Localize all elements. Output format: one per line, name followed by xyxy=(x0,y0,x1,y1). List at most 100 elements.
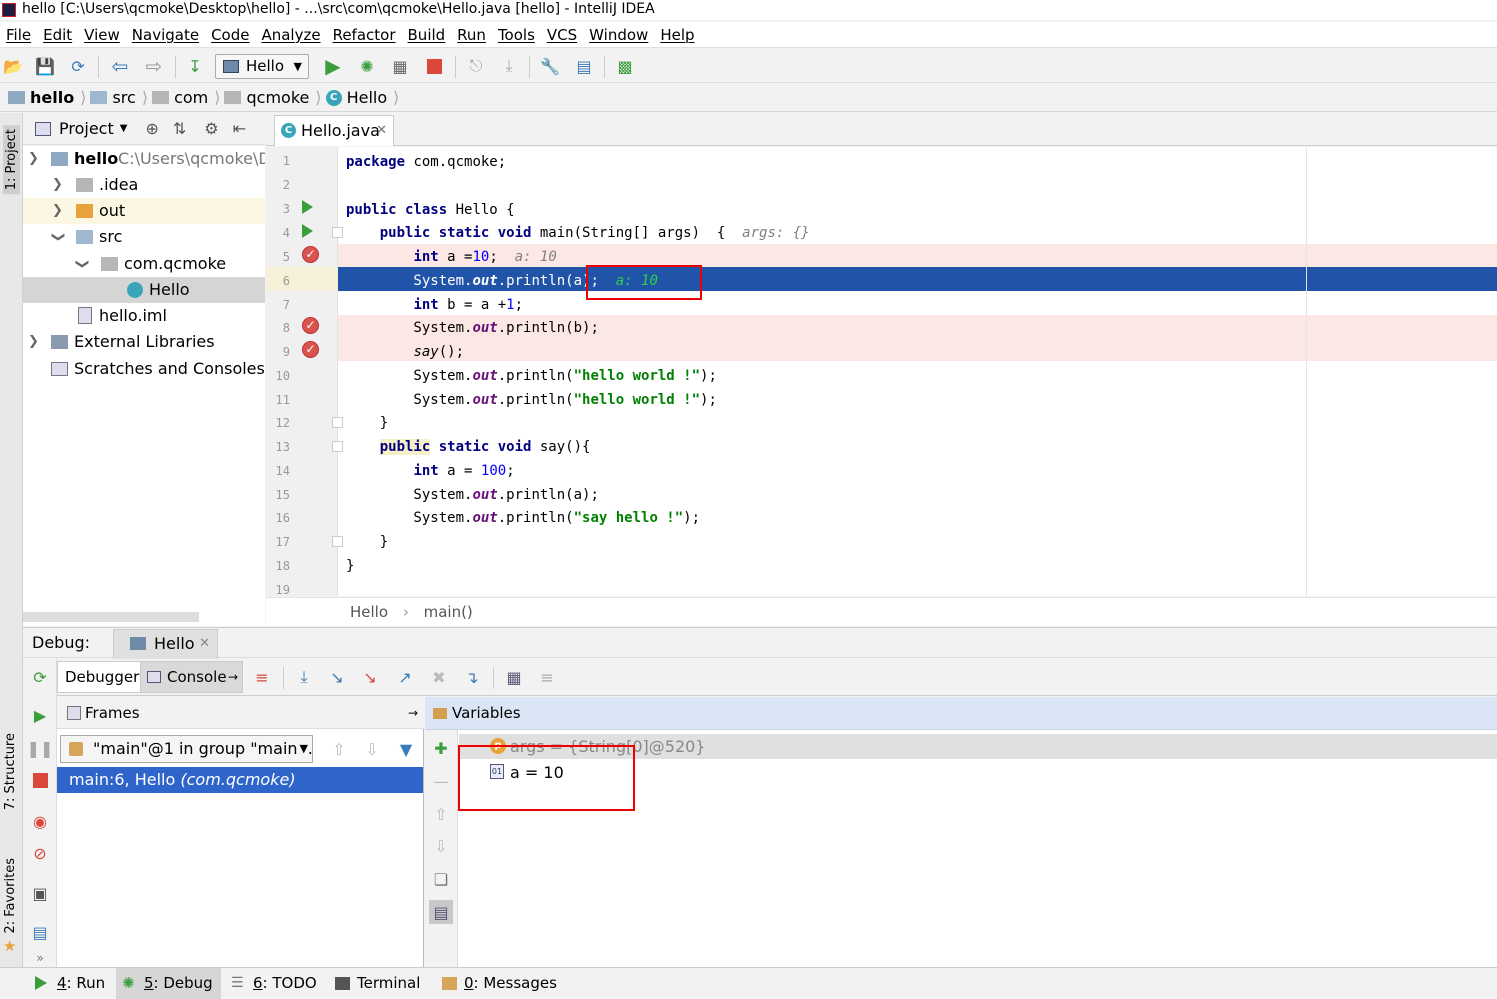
chevron-right-icon[interactable]: ❯ xyxy=(52,172,63,198)
rerun-icon[interactable]: ⟳ xyxy=(30,667,50,687)
next-frame-icon[interactable]: ⇩ xyxy=(362,739,382,759)
project-tool-button[interactable]: 1: Project xyxy=(3,125,20,195)
duplicate-watch-icon[interactable]: ❏ xyxy=(431,869,451,889)
chevron-right-icon[interactable]: ❯ xyxy=(28,329,39,355)
menu-analyze[interactable]: Analyze xyxy=(255,26,326,44)
breadcrumb-item-src[interactable]: src ⟩ xyxy=(90,88,148,107)
tab-hello-java[interactable]: C Hello.java ✕ xyxy=(274,115,394,146)
run-tool-button[interactable]: 4: Run xyxy=(29,968,113,999)
camera-icon[interactable]: ▣ xyxy=(30,883,50,903)
build-project-icon[interactable]: ↧ xyxy=(185,56,205,76)
editor-gutter[interactable]: 1 2 3 4 5 6 7 8 9 10 11 12 13 14 15 16 1… xyxy=(266,147,343,596)
project-structure-icon[interactable]: ▤ xyxy=(574,56,594,76)
mute-breakpoints-icon[interactable]: ⊘ xyxy=(30,843,50,863)
fold-icon[interactable] xyxy=(332,417,343,428)
project-view-select[interactable]: Project xyxy=(59,119,114,138)
save-all-icon[interactable]: 💾 xyxy=(35,56,55,76)
debug-bug-icon[interactable]: ✺ xyxy=(357,56,377,76)
breakpoint-icon[interactable]: ✓ xyxy=(302,246,319,263)
tree-item-iml[interactable]: hello.iml xyxy=(23,303,265,329)
synchronize-icon[interactable]: ⟳ xyxy=(68,56,88,76)
show-execution-point-icon[interactable]: ≡ xyxy=(252,667,272,687)
coverage-icon[interactable]: ▦ xyxy=(390,56,410,76)
previous-frame-icon[interactable]: ⇧ xyxy=(329,739,349,759)
locate-target-icon[interactable]: ⊕ xyxy=(145,119,158,138)
menu-code[interactable]: Code xyxy=(205,26,255,44)
trace-icon[interactable]: ≡ xyxy=(537,667,557,687)
step-over-icon[interactable]: ⤓ xyxy=(294,667,314,687)
menu-help[interactable]: Help xyxy=(654,26,700,44)
run-to-cursor-icon[interactable]: ↴ xyxy=(462,667,482,687)
close-icon[interactable]: ✕ xyxy=(199,630,210,658)
run-icon[interactable]: ▶ xyxy=(323,54,343,78)
stop-icon[interactable] xyxy=(30,770,50,790)
chevron-down-icon[interactable]: ❯ xyxy=(44,232,70,243)
tree-item-root[interactable]: ❯ hello C:\Users\qcmoke\De xyxy=(23,146,265,172)
favorites-tool-button[interactable]: 2: Favorites xyxy=(3,858,18,934)
editor-breadcrumb-method[interactable]: main() xyxy=(424,603,473,621)
menu-edit[interactable]: Edit xyxy=(37,26,78,44)
pause-icon[interactable]: ❚❚ xyxy=(27,738,54,758)
evaluate-expression-icon[interactable]: ▦ xyxy=(504,667,524,687)
run-gutter-icon[interactable] xyxy=(302,224,313,238)
tree-item-external-libraries[interactable]: ❯ External Libraries xyxy=(23,329,265,355)
filter-icon[interactable]: ▼ xyxy=(396,739,416,759)
fold-icon[interactable] xyxy=(332,441,343,452)
show-watches-icon[interactable]: ▤ xyxy=(429,900,453,924)
debug-session-tab[interactable]: Hello ✕ xyxy=(113,629,218,659)
tree-item-idea[interactable]: ❯ .idea xyxy=(23,172,265,198)
pin-arrow-icon[interactable]: → xyxy=(408,697,418,729)
terminal-tool-button[interactable]: Terminal xyxy=(329,968,428,999)
messages-tool-button[interactable]: 0: Messages xyxy=(436,968,565,999)
menu-build[interactable]: Build xyxy=(402,26,452,44)
resume-icon[interactable]: ▶ xyxy=(30,705,50,725)
fold-icon[interactable] xyxy=(332,227,343,238)
thread-select[interactable]: "main"@1 in group "main... ▼ xyxy=(60,735,313,763)
menu-refactor[interactable]: Refactor xyxy=(327,26,402,44)
run-configuration-select[interactable]: Hello ▼ xyxy=(215,54,309,79)
drop-frame-icon[interactable]: ✖ xyxy=(429,667,449,687)
force-step-into-icon[interactable]: ↘ xyxy=(360,667,380,687)
hide-panel-icon[interactable]: ⇤ xyxy=(233,119,246,138)
menu-window[interactable]: Window xyxy=(583,26,654,44)
tree-item-hello-class[interactable]: Hello xyxy=(23,277,265,303)
vcs-commit-icon[interactable]: ⤓ xyxy=(499,56,519,76)
chevron-right-icon[interactable]: ❯ xyxy=(52,198,63,224)
tab-debugger[interactable]: Debugger xyxy=(57,661,148,693)
move-up-icon[interactable]: ⇧ xyxy=(431,804,451,824)
tree-item-src[interactable]: ❯ src xyxy=(23,224,265,250)
run-gutter-icon[interactable] xyxy=(302,200,313,214)
vcs-update-icon[interactable]: ⎋ xyxy=(466,56,486,76)
forward-icon[interactable]: ⇨ xyxy=(144,54,164,78)
breadcrumb-item-qcmoke[interactable]: qcmoke ⟩ xyxy=(224,88,322,107)
breadcrumb-item-class[interactable]: C Hello ⟩ xyxy=(325,88,399,107)
frame-row-selected[interactable]: main:6, Hello (com.qcmoke) xyxy=(57,767,423,793)
fold-icon[interactable] xyxy=(332,536,343,547)
tree-item-scratches[interactable]: Scratches and Consoles xyxy=(23,356,265,382)
menu-file[interactable]: File xyxy=(0,26,37,44)
editor-breadcrumb-class[interactable]: Hello xyxy=(350,603,388,621)
menu-view[interactable]: View xyxy=(78,26,126,44)
menu-navigate[interactable]: Navigate xyxy=(126,26,205,44)
sdk-download-icon[interactable]: ▩ xyxy=(615,56,635,76)
new-watch-icon[interactable]: ✚ xyxy=(431,738,451,758)
chevron-down-icon[interactable]: ❯ xyxy=(68,259,94,270)
step-out-icon[interactable]: ↗ xyxy=(395,667,415,687)
breadcrumb-item-com[interactable]: com ⟩ xyxy=(152,88,220,107)
tree-item-out[interactable]: ❯ out xyxy=(23,198,265,224)
back-icon[interactable]: ⇦ xyxy=(110,54,130,78)
breadcrumb-item-hello[interactable]: hello ⟩ xyxy=(8,88,86,107)
code-editor[interactable]: 1 2 3 4 5 6 7 8 9 10 11 12 13 14 15 16 1… xyxy=(266,147,1497,596)
menu-run[interactable]: Run xyxy=(451,26,492,44)
menu-tools[interactable]: Tools xyxy=(492,26,541,44)
tab-console[interactable]: Console → xyxy=(140,661,243,693)
remove-watch-icon[interactable]: — xyxy=(431,771,451,791)
restore-layout-icon[interactable]: ▤ xyxy=(30,922,50,942)
chevron-down-icon[interactable]: ❯ xyxy=(28,146,39,172)
step-into-icon[interactable]: ↘ xyxy=(327,667,347,687)
menu-vcs[interactable]: VCS xyxy=(541,26,583,44)
todo-tool-button[interactable]: ☰ 6: TODO xyxy=(225,968,325,999)
structure-tool-button[interactable]: 7: Structure xyxy=(3,733,18,810)
chevron-down-icon[interactable]: ▼ xyxy=(120,123,128,134)
view-breakpoints-icon[interactable]: ◉ xyxy=(30,811,50,831)
